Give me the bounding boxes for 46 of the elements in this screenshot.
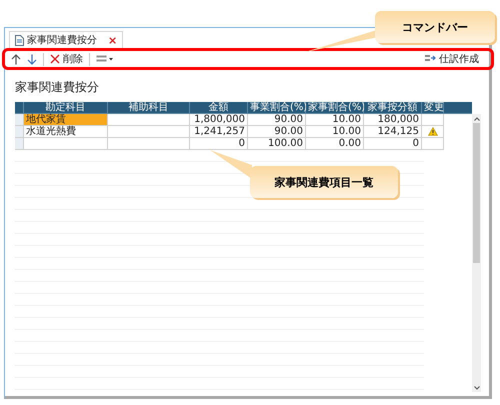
callout-pointer xyxy=(210,150,252,180)
table-cell: 90.00 xyxy=(248,126,306,138)
total-cell: 0 xyxy=(364,138,422,150)
journal-icon xyxy=(425,54,436,64)
table-cell: 90.00 xyxy=(248,114,306,126)
tab-label: 家事関連費按分 xyxy=(27,34,97,47)
table-cell: 10.00 xyxy=(306,126,364,138)
column-header: 事業割合(%) xyxy=(248,102,306,114)
arrow-up-icon[interactable] xyxy=(11,54,21,64)
arrow-down-icon[interactable] xyxy=(27,54,37,64)
scrollbar[interactable] xyxy=(472,114,481,392)
row-insert-icon[interactable] xyxy=(96,55,114,63)
column-header: 家事割合(%) xyxy=(306,102,364,114)
page-title: 家事関連費按分 xyxy=(15,79,100,96)
table-cell: 180,000 xyxy=(364,114,422,126)
document-tab[interactable]: 家事関連費按分 × xyxy=(9,31,124,48)
scroll-down-icon[interactable] xyxy=(474,383,480,392)
callout-pointer xyxy=(305,30,377,52)
scrollbar-thumb[interactable] xyxy=(473,123,480,263)
total-cell: 0.00 xyxy=(306,138,364,150)
row-header xyxy=(15,138,24,150)
total-cell: 100.00 xyxy=(248,138,306,150)
column-header: 家事按分額 xyxy=(364,102,422,114)
column-header: 補助科目 xyxy=(108,102,190,114)
column-header: 金額 xyxy=(190,102,248,114)
warning-icon xyxy=(428,127,438,136)
delete-button[interactable]: 削除 xyxy=(50,52,83,66)
callout: 家事関連費項目一覧 xyxy=(250,166,398,198)
row-header xyxy=(15,114,24,126)
tab-close-button[interactable]: × xyxy=(108,34,118,46)
total-cell: 0 xyxy=(190,138,248,150)
header-cell xyxy=(444,102,472,114)
table-cell: 124,125 xyxy=(364,126,422,138)
callout: コマンドバー xyxy=(375,11,495,43)
document-icon xyxy=(15,34,24,46)
header-cell xyxy=(15,102,24,114)
table-cell[interactable]: 水道光熱費 xyxy=(24,126,108,138)
table-cell[interactable]: 地代家賃 xyxy=(24,114,108,126)
column-header: 勘定科目 xyxy=(24,102,108,114)
table-cell: 1,800,000 xyxy=(190,114,248,126)
close-icon xyxy=(50,54,60,64)
table-cell: 10.00 xyxy=(306,114,364,126)
create-journal-button[interactable]: 仕訳作成 xyxy=(425,52,479,66)
column-header: 変更 xyxy=(422,102,444,114)
row-header xyxy=(15,126,24,138)
table-cell: 1,241,257 xyxy=(190,126,248,138)
